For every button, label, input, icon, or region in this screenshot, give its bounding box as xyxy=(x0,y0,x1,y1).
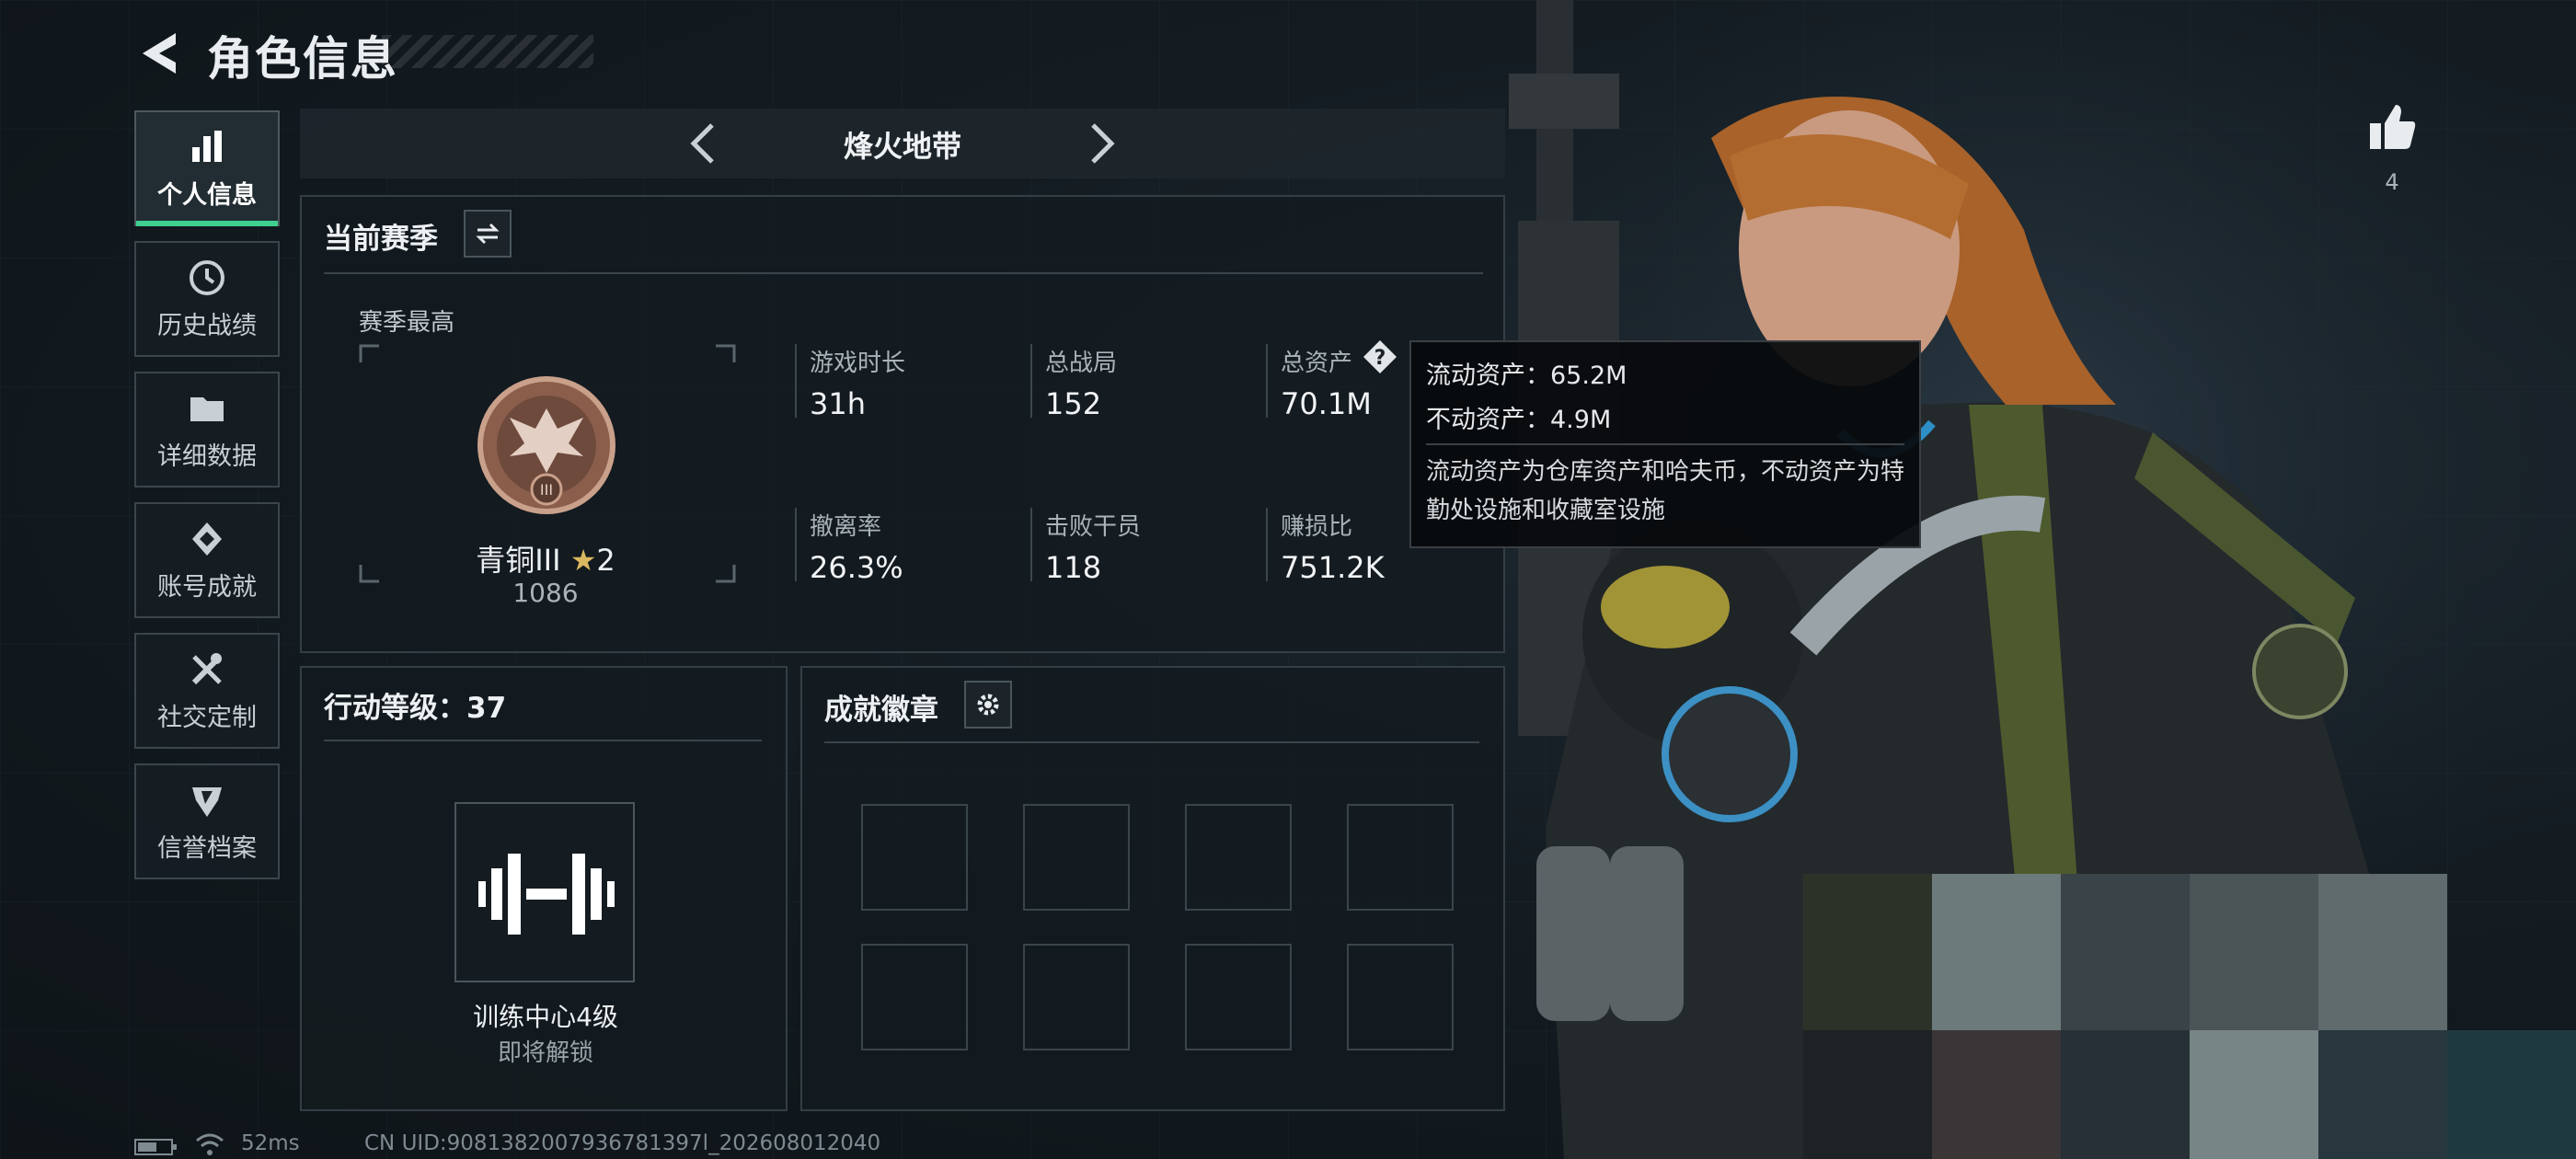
stat-value-total-assets: 70.1M xyxy=(1281,386,1372,421)
stat-label-total-matches: 总战局 xyxy=(1045,350,1118,377)
battery-icon xyxy=(134,1139,177,1155)
sidebar-item-label: 信誉档案 xyxy=(157,833,257,863)
sidebar-item-achievements[interactable]: 账号成就 xyxy=(134,502,280,618)
sidebar-item-label: 账号成就 xyxy=(157,572,257,602)
title-decoration xyxy=(382,35,593,68)
svg-text:III: III xyxy=(540,481,553,499)
unlock-name: 训练中心4级 xyxy=(473,1002,618,1032)
wifi-icon xyxy=(196,1133,224,1155)
like-count: 4 xyxy=(2385,169,2399,195)
action-level-panel: 行动等级：37 训练中心4级 即将解锁 xyxy=(300,666,788,1111)
swap-icon xyxy=(476,223,500,245)
season-title: 当前赛季 xyxy=(324,223,438,256)
season-best-label: 赛季最高 xyxy=(359,309,455,337)
star-icon: ★ xyxy=(569,543,597,578)
assets-tooltip: 流动资产：65.2M 不动资产：4.9M 流动资产为仓库资产和哈夫币，不动资产为… xyxy=(1409,340,1921,548)
stat-label-profit-ratio: 赚损比 xyxy=(1281,513,1353,541)
stat-label-kills: 击败干员 xyxy=(1045,513,1142,541)
season-switch-button[interactable] xyxy=(464,210,512,258)
tooltip-divider xyxy=(1426,443,1904,445)
help-icon[interactable]: ? xyxy=(1362,339,1398,375)
rank-name-row: 青铜III ★2 xyxy=(394,537,697,580)
sidebar-item-label: 社交定制 xyxy=(157,703,257,732)
badge-slot[interactable] xyxy=(1185,804,1292,911)
credit-icon xyxy=(192,786,222,817)
sidebar-item-history[interactable]: 历史战绩 xyxy=(134,241,280,357)
divider xyxy=(324,272,1483,274)
gear-icon xyxy=(977,694,999,716)
sidebar-item-credit-file[interactable]: 信誉档案 xyxy=(134,763,280,879)
action-level-title: 行动等级：37 xyxy=(324,692,507,725)
badge-slot[interactable] xyxy=(1347,804,1454,911)
stat-divider xyxy=(1266,508,1268,581)
active-indicator xyxy=(136,221,278,226)
stat-divider xyxy=(1266,344,1268,418)
history-icon xyxy=(190,259,224,295)
stat-label-playtime: 游戏时长 xyxy=(810,350,906,377)
achievement-icon xyxy=(192,522,222,556)
stat-value-profit-ratio: 751.2K xyxy=(1281,550,1385,585)
svg-text:?: ? xyxy=(1374,347,1386,370)
stat-value-kills: 118 xyxy=(1045,550,1102,585)
stat-divider xyxy=(1030,344,1032,418)
rank-name: 青铜III xyxy=(476,543,561,578)
mode-tab-bar: 烽火地带 xyxy=(300,109,1505,178)
tooltip-fixed-assets: 不动资产：4.9M xyxy=(1426,406,1612,434)
folder-icon xyxy=(190,396,224,421)
divider xyxy=(824,741,1479,743)
sidebar-item-label: 个人信息 xyxy=(157,180,257,210)
season-panel: 当前赛季 赛季最高 III 青铜III ★2 1086 游戏时长 31h 总战局… xyxy=(300,195,1505,653)
unlock-status: 即将解锁 xyxy=(497,1039,593,1067)
achievement-badges-panel: 成就徽章 xyxy=(800,666,1505,1111)
sidebar-item-label: 历史战绩 xyxy=(157,311,257,340)
unlock-icon-frame[interactable] xyxy=(454,802,635,982)
divider xyxy=(324,740,762,741)
stat-value-extraction-rate: 26.3% xyxy=(810,550,903,585)
badge-slot[interactable] xyxy=(861,804,968,911)
censored-mosaic xyxy=(1803,874,2576,1159)
user-uid: CN UID:9081382007936781397l_202608012040 xyxy=(364,1131,881,1155)
badge-slot[interactable] xyxy=(1185,944,1292,1050)
tooltip-liquid-assets: 流动资产：65.2M xyxy=(1426,361,1627,390)
stat-label-total-assets: 总资产 xyxy=(1281,350,1353,377)
bronze-rank-emblem: III xyxy=(477,376,615,514)
dumbbell-icon xyxy=(478,854,615,935)
rank-stars: 2 xyxy=(596,543,615,578)
badge-slot[interactable] xyxy=(1023,804,1130,911)
badge-slot[interactable] xyxy=(1023,944,1130,1050)
stat-divider xyxy=(795,344,797,418)
sidebar-item-personal-info[interactable]: 个人信息 xyxy=(134,110,280,226)
stat-value-playtime: 31h xyxy=(810,386,866,421)
stat-divider xyxy=(795,508,797,581)
stat-value-total-matches: 152 xyxy=(1045,386,1102,421)
thumbs-up-icon[interactable] xyxy=(2366,101,2418,153)
badge-slot[interactable] xyxy=(861,944,968,1050)
tools-icon xyxy=(191,652,222,684)
back-arrow-icon[interactable] xyxy=(133,28,185,79)
stat-label-extraction-rate: 撤离率 xyxy=(810,513,882,541)
sidebar-item-detail-data[interactable]: 详细数据 xyxy=(134,372,280,488)
sidebar-item-social-custom[interactable]: 社交定制 xyxy=(134,633,280,749)
page-title: 角色信息 xyxy=(207,32,398,86)
badge-slot[interactable] xyxy=(1347,944,1454,1050)
sidebar-item-label: 详细数据 xyxy=(157,442,257,471)
badges-title: 成就徽章 xyxy=(824,694,938,727)
mode-tab-title: 烽火地带 xyxy=(843,129,961,164)
badge-settings-button[interactable] xyxy=(964,681,1012,729)
bar-chart-icon xyxy=(192,130,222,162)
ping-value: 52ms xyxy=(241,1131,300,1155)
chevron-right-icon[interactable] xyxy=(1075,118,1126,169)
tooltip-description: 流动资产为仓库资产和哈夫币，不动资产为特勤处设施和收藏室设施 xyxy=(1426,458,1905,524)
rank-score: 1086 xyxy=(512,578,579,608)
stat-divider xyxy=(1030,508,1032,581)
